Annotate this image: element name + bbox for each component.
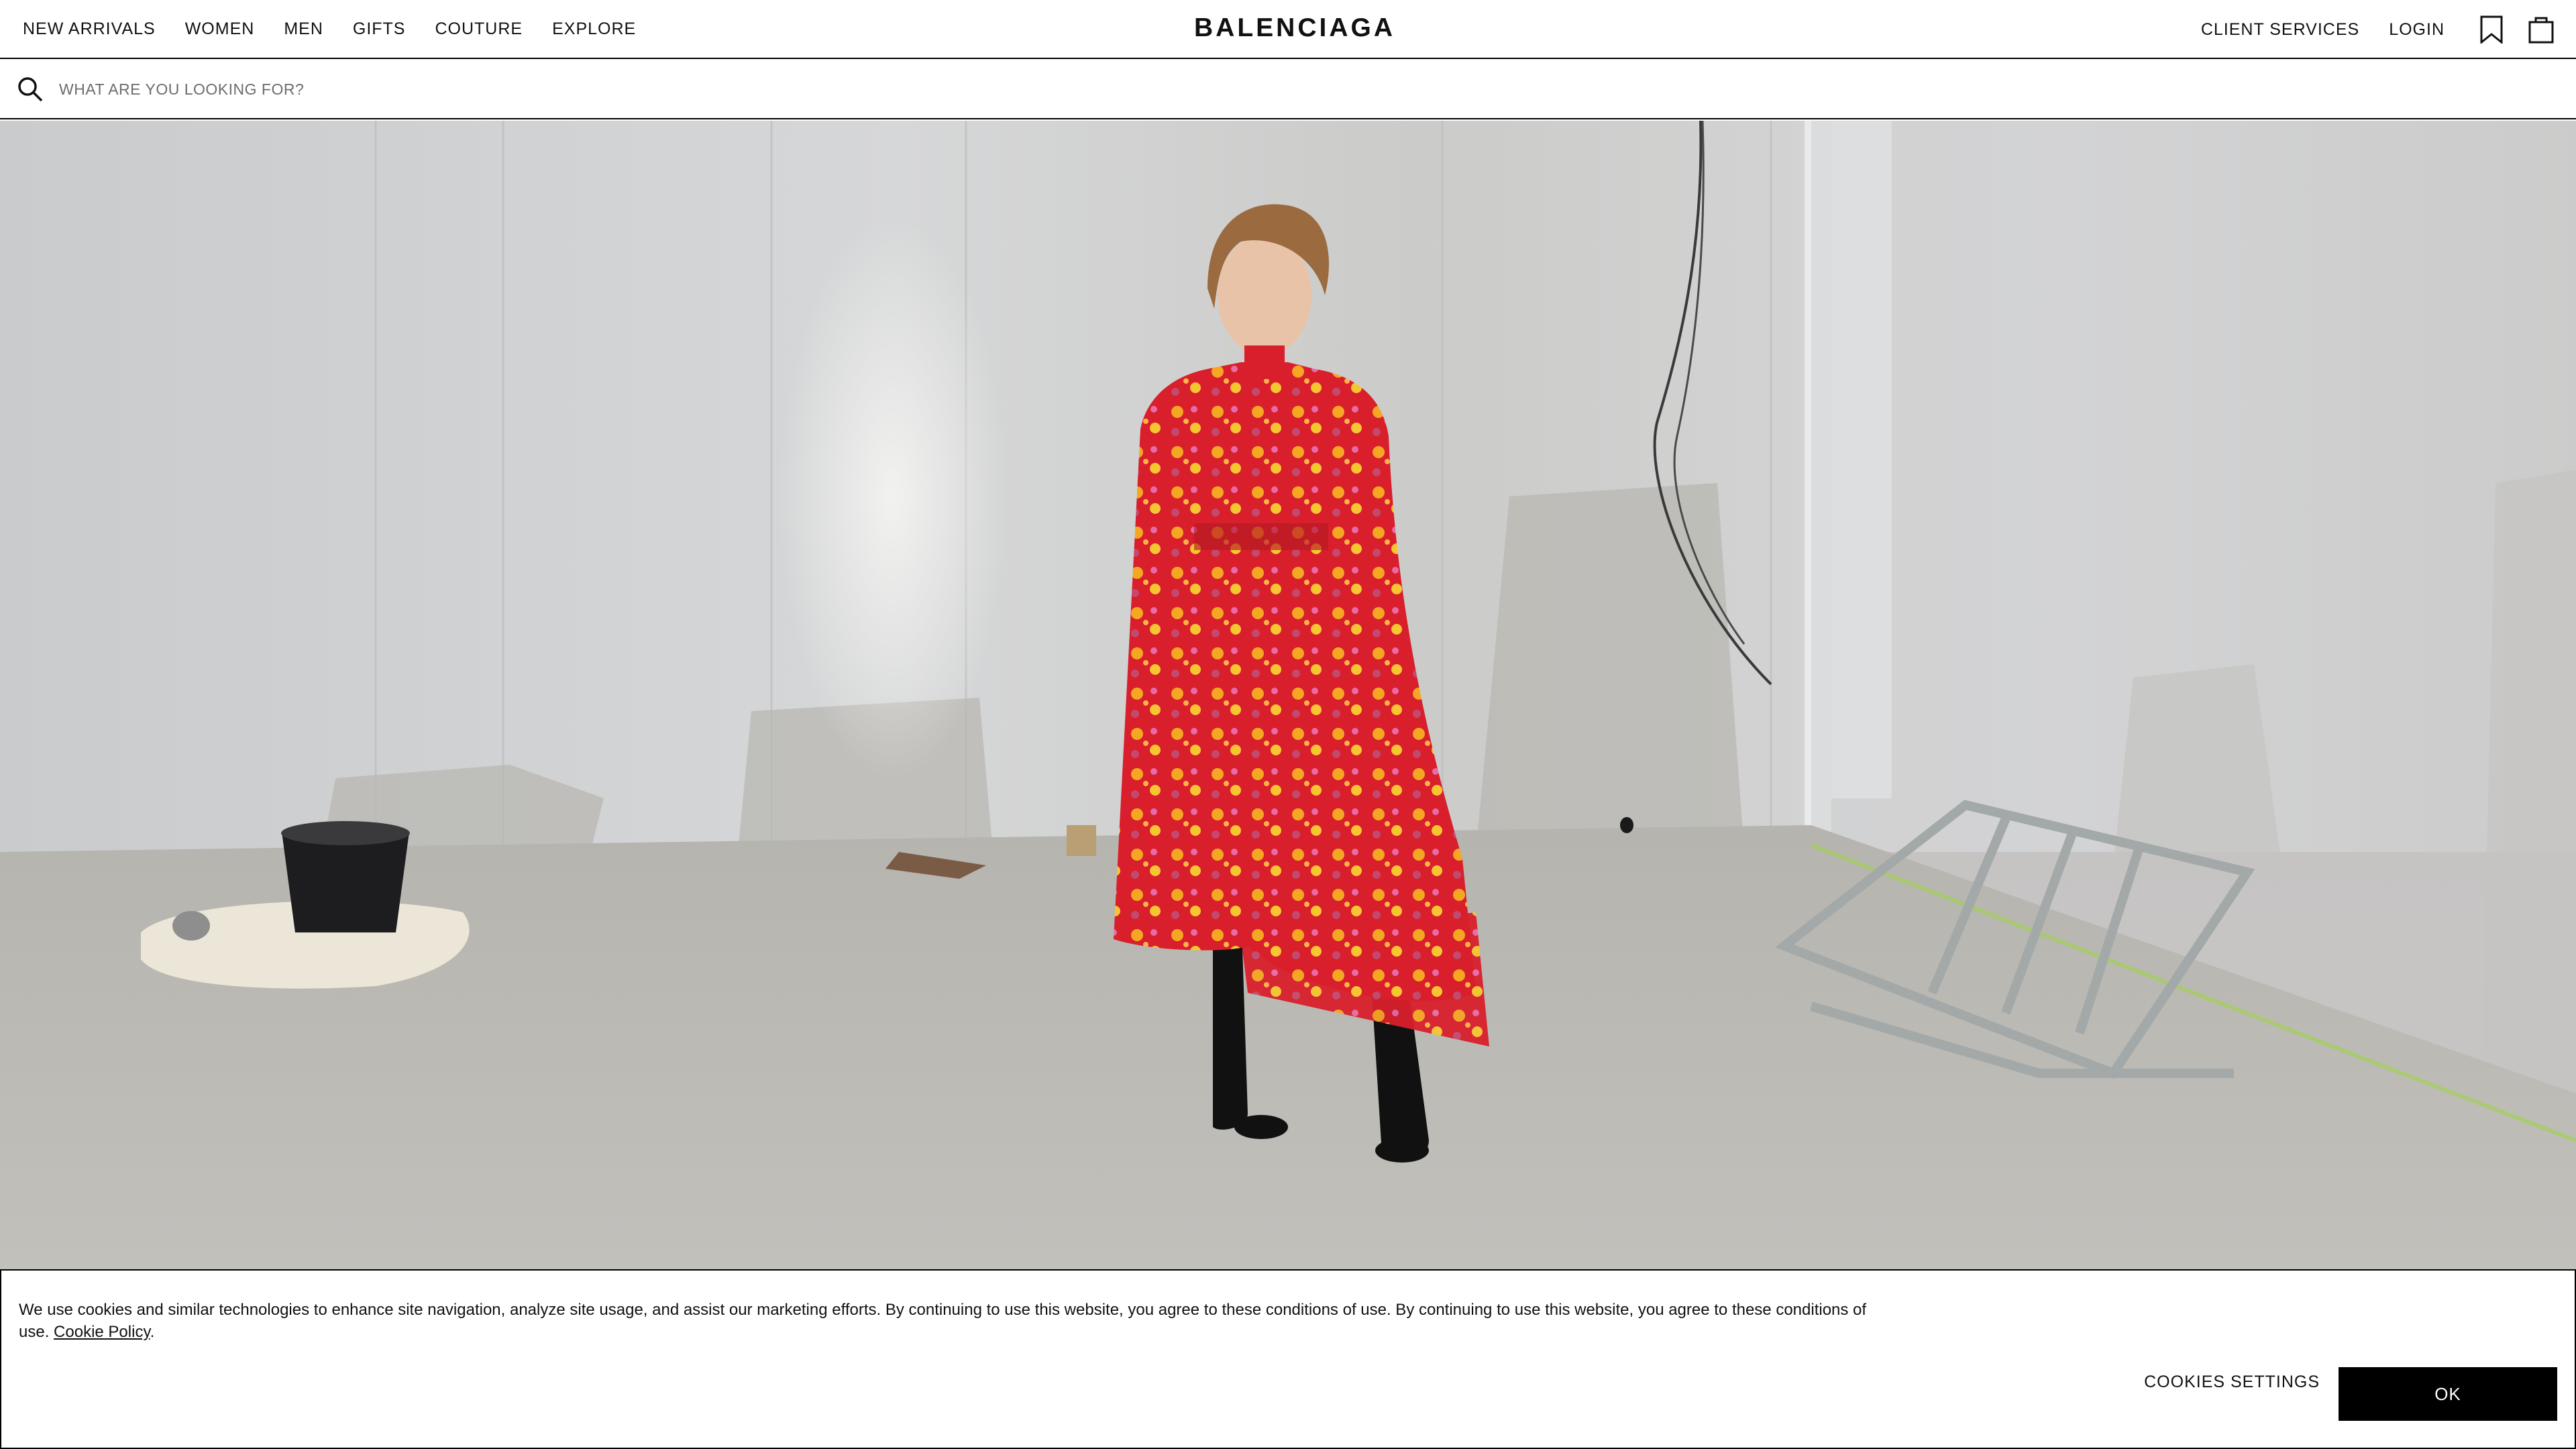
brand-logo[interactable]: BALENCIAGA (1194, 13, 1395, 43)
nav-women[interactable]: WOMEN (185, 19, 255, 39)
cookie-message: We use cookies and similar technologies … (19, 1301, 1867, 1341)
cookie-banner: We use cookies and similar technologies … (0, 1269, 2576, 1449)
cookies-settings-button[interactable]: COOKIES SETTINGS (2144, 1373, 2320, 1392)
nav-couture[interactable]: COUTURE (435, 19, 523, 39)
hero-image[interactable] (0, 121, 2576, 1269)
page: NEW ARRIVALS WOMEN MEN GIFTS COUTURE EXP… (0, 0, 2576, 1449)
hero-illustration (0, 121, 2576, 1269)
search-bar (0, 60, 2576, 119)
nav-client-services[interactable]: CLIENT SERVICES (2201, 20, 2359, 40)
shopping-bag-icon[interactable] (2524, 12, 2559, 47)
search-icon[interactable] (16, 75, 44, 103)
site-header: NEW ARRIVALS WOMEN MEN GIFTS COUTURE EXP… (0, 0, 2576, 59)
primary-nav: NEW ARRIVALS WOMEN MEN GIFTS COUTURE EXP… (0, 19, 665, 39)
cookie-text: We use cookies and similar technologies … (19, 1301, 1867, 1341)
accept-cookies-button[interactable]: OK (2339, 1367, 2557, 1421)
nav-new-arrivals[interactable]: NEW ARRIVALS (23, 19, 156, 39)
cookie-policy-link[interactable]: Cookie Policy (54, 1323, 150, 1341)
account-nav: CLIENT SERVICES LOGIN (2201, 0, 2559, 59)
nav-login[interactable]: LOGIN (2389, 20, 2445, 40)
bookmark-icon[interactable] (2474, 12, 2509, 47)
nav-explore[interactable]: EXPLORE (552, 19, 636, 39)
search-input[interactable] (59, 69, 2474, 109)
nav-men[interactable]: MEN (284, 19, 323, 39)
nav-gifts[interactable]: GIFTS (353, 19, 406, 39)
